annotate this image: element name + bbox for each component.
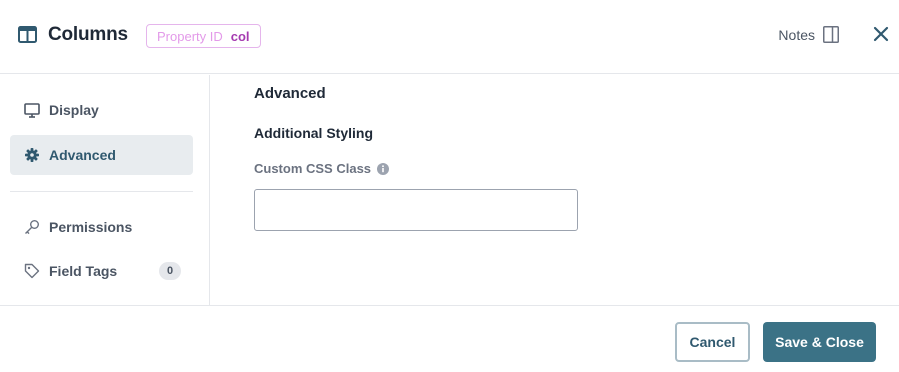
sidebar-item-field-tags[interactable]: Field Tags 0 (10, 251, 193, 291)
section-title: Advanced (254, 85, 326, 102)
field-tags-count-badge: 0 (159, 262, 181, 280)
sidebar-item-label: Advanced (49, 147, 116, 163)
info-icon[interactable] (377, 162, 390, 175)
custom-css-label: Custom CSS Class (254, 161, 390, 176)
property-id-value: col (230, 28, 250, 44)
property-id-badge: Property ID col (146, 24, 261, 48)
modal-title: Columns (48, 24, 128, 45)
cancel-button[interactable]: Cancel (675, 322, 750, 362)
notes-toggle[interactable]: Notes (778, 26, 839, 43)
key-icon (24, 219, 40, 235)
modal-footer: Cancel Save & Close (0, 305, 899, 372)
property-id-label: Property ID (157, 28, 223, 44)
columns-icon (18, 26, 37, 43)
notes-label: Notes (778, 26, 815, 43)
sidebar-item-permissions[interactable]: Permissions (10, 207, 193, 247)
sidebar-panel-icon (823, 26, 839, 43)
settings-sidebar: Display Advanced Permissions Field Tags … (0, 75, 210, 305)
close-icon[interactable] (873, 26, 889, 42)
monitor-icon (24, 102, 40, 118)
save-and-close-button[interactable]: Save & Close (763, 322, 876, 362)
sidebar-divider (10, 191, 193, 192)
tag-icon (24, 263, 40, 279)
sidebar-item-advanced[interactable]: Advanced (10, 135, 193, 175)
sidebar-item-label: Field Tags (49, 263, 118, 279)
sidebar-item-display[interactable]: Display (10, 90, 193, 130)
sidebar-item-label: Permissions (49, 219, 133, 235)
custom-css-class-input[interactable] (254, 189, 578, 231)
modal-header: Columns Property ID col Notes (0, 0, 899, 74)
gear-icon (24, 147, 40, 163)
sidebar-item-label: Display (49, 102, 99, 118)
subsection-title: Additional Styling (254, 125, 373, 141)
custom-css-label-text: Custom CSS Class (254, 161, 372, 176)
